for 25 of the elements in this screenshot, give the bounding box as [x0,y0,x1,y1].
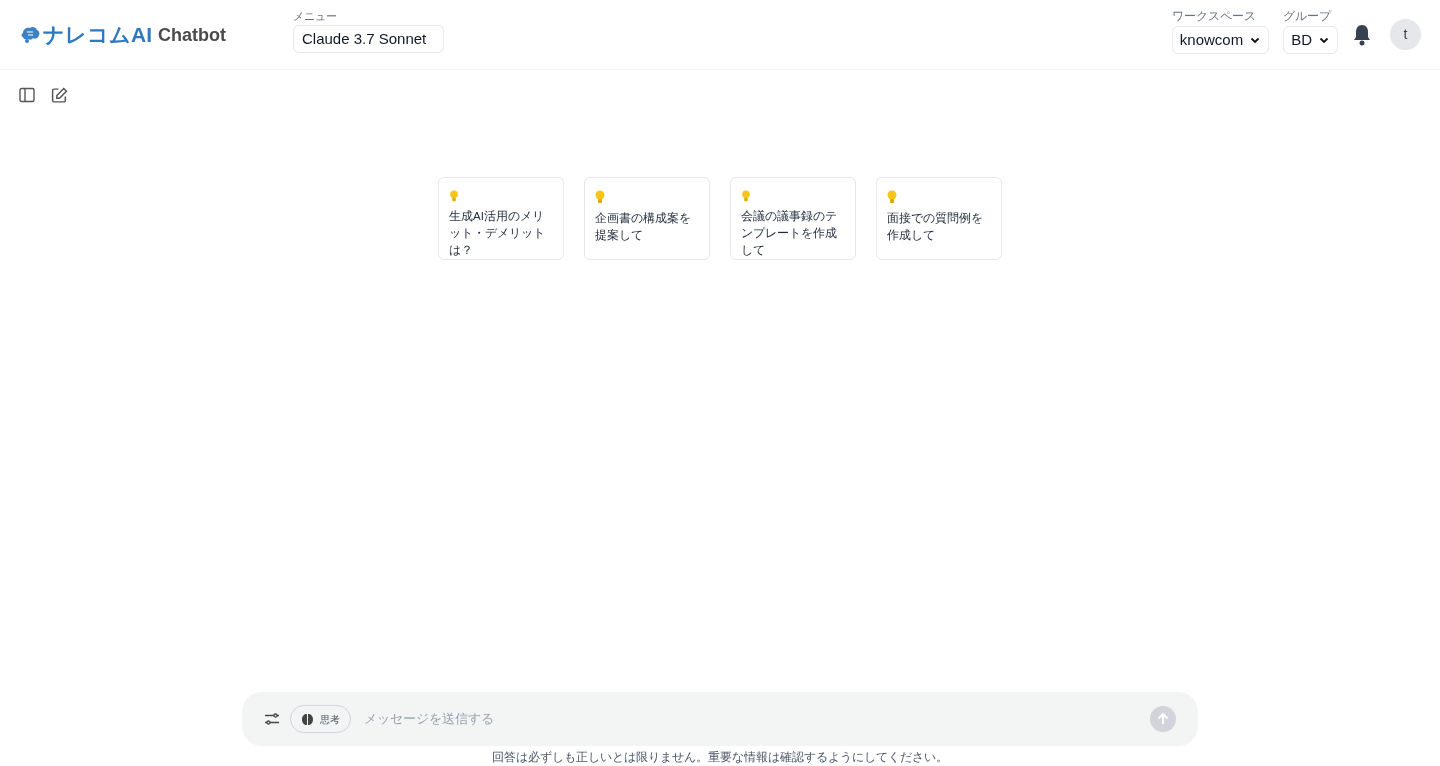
model-select[interactable]: Claude 3.7 Sonnet [293,25,444,54]
suggestion-card[interactable]: 面接での質問例を作成して [876,177,1002,260]
workspace-label: ワークスペース [1171,8,1257,25]
logo-suffix: Chatbot [158,25,226,44]
sliders-icon[interactable] [264,712,280,726]
group-label: グループ [1283,8,1333,25]
brain-icon [301,712,314,726]
lightbulb-icon [741,190,751,202]
workspace-select[interactable]: knowcom [1171,26,1270,54]
lightbulb-icon [887,190,897,204]
logo-text: ナレコムAI [43,24,152,45]
message-composer[interactable]: 思考 メッセージを送信する [242,692,1198,746]
suggestion-card[interactable]: 会議の議事録のテンプレートを作成して [730,177,856,260]
suggestion-card[interactable]: 生成AI活用のメリット・デメリットは？ [438,177,564,260]
lightbulb-icon [449,190,459,202]
arrow-up-icon [1156,712,1170,726]
bell-icon[interactable] [1352,23,1372,46]
model-label: メニュー [293,8,338,24]
suggestion-card[interactable]: 企画書の構成案を提案して [584,177,710,260]
user-avatar[interactable]: t [1390,19,1421,50]
disclaimer-text: 回答は必ずしも正しいとは限りません。重要な情報は確認するようにしてください。 [492,750,948,765]
new-chat-icon[interactable] [51,87,68,104]
sidebar-toggle-icon[interactable] [19,87,35,103]
group-select[interactable]: BD [1283,26,1338,54]
lightbulb-icon [595,190,605,204]
